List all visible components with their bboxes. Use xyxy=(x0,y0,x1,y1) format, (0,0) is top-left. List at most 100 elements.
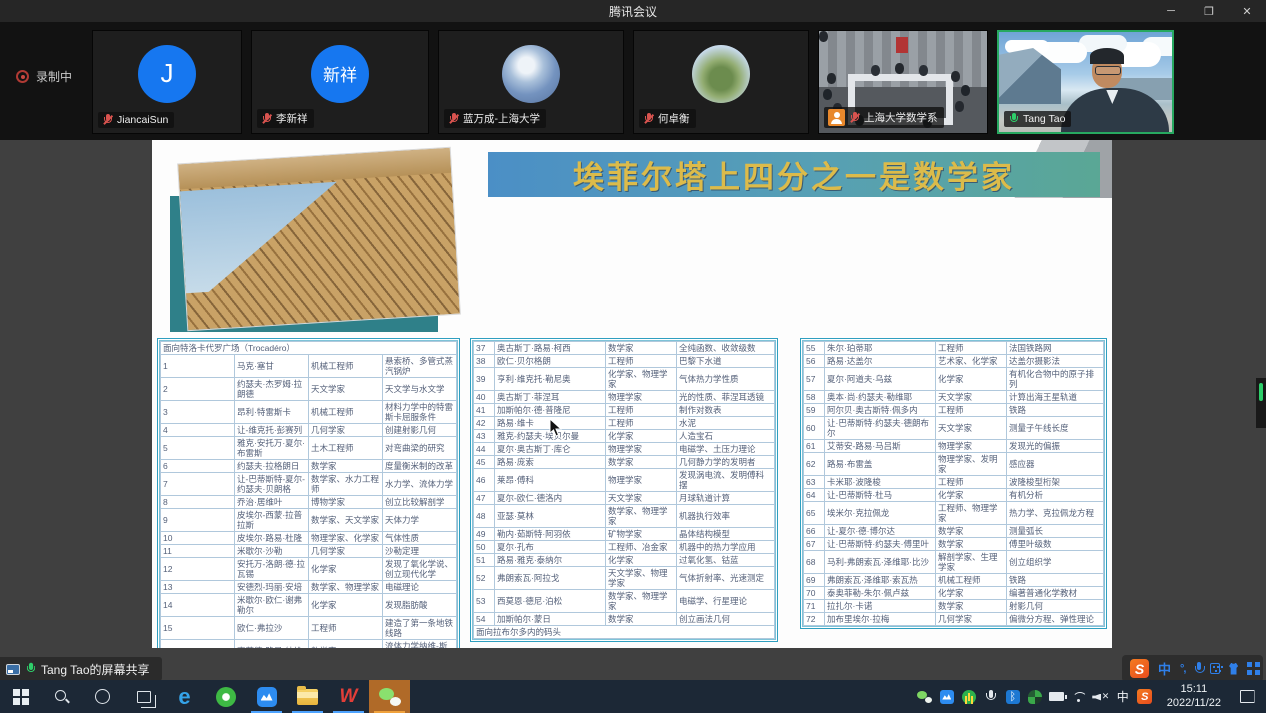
cell-number: 66 xyxy=(804,525,825,538)
cell-profession: 数学家、物理学家 xyxy=(606,590,677,613)
cell-number: 57 xyxy=(804,368,825,391)
wps-office-taskbar-button[interactable]: W xyxy=(328,680,369,713)
cell-profession: 数学家、物理学家 xyxy=(309,581,383,594)
side-panel-handle[interactable] xyxy=(1256,378,1266,428)
cell-number: 40 xyxy=(474,391,495,404)
tencent-meeting-tray-button[interactable] xyxy=(936,680,958,713)
defender-shield-tray-button[interactable] xyxy=(1024,680,1046,713)
ime-lang-tray-button[interactable]: 中 xyxy=(1112,680,1134,713)
participant-name: JiancaiSun xyxy=(117,114,168,126)
cell-profession: 物理学家 xyxy=(606,391,677,404)
sogou-tray-button[interactable]: S xyxy=(1134,680,1156,713)
participant-name-tag: Tang Tao xyxy=(1004,111,1071,127)
cell-achievement: 对弯曲梁的研究 xyxy=(383,437,457,460)
cell-profession: 数学家 xyxy=(309,640,383,648)
table-row: 52弗朗索瓦·阿拉戈天文学家、物理学家气体折射率、光速测定 xyxy=(474,567,775,590)
cell-number: 42 xyxy=(474,417,495,430)
tencent-meeting-taskbar-button[interactable] xyxy=(246,680,287,713)
battery-tray-button[interactable] xyxy=(1046,680,1068,713)
cell-number: 60 xyxy=(804,417,825,440)
participant-tile[interactable]: 蓝万成-上海大学 xyxy=(438,30,624,134)
cell-profession: 化学家 xyxy=(309,594,383,617)
screen-share-icon xyxy=(6,664,20,675)
cell-number: 68 xyxy=(804,551,825,574)
participant-tile[interactable]: JJiancaiSun xyxy=(92,30,242,134)
voice-input-icon[interactable] xyxy=(1194,662,1200,675)
ime-toolbar: S 中 °, xyxy=(1122,655,1263,682)
cell-name: 夏尔·奥古斯丁·库仑 xyxy=(495,443,606,456)
file-explorer-icon xyxy=(297,689,318,705)
wechat-tray-button[interactable] xyxy=(914,680,936,713)
action-center-button[interactable] xyxy=(1232,680,1262,713)
screen-share-banner[interactable]: Tang Tao的屏幕共享 xyxy=(0,657,162,681)
cell-number: 58 xyxy=(804,391,825,404)
ime-mode-icon[interactable]: 中 xyxy=(1158,659,1171,678)
cell-achievement: 计算出海王星轨道 xyxy=(1007,391,1104,404)
cell-profession: 数学家 xyxy=(606,613,677,626)
punctuation-icon[interactable]: °, xyxy=(1180,663,1185,675)
participant-tile[interactable]: 上海大学数学系 xyxy=(818,30,988,134)
cell-number: 48 xyxy=(474,505,495,528)
security-360-tray-button[interactable] xyxy=(958,680,980,713)
window-controls: ─ ❐ ✕ xyxy=(1152,0,1266,22)
ime-lang-icon: 中 xyxy=(1117,688,1129,705)
search-button[interactable] xyxy=(41,680,82,713)
skin-icon[interactable] xyxy=(1229,663,1238,675)
cell-name: 奥古斯丁·菲涅耳 xyxy=(495,391,606,404)
cell-name: 乔治·居维叶 xyxy=(235,496,309,509)
participant-name-tag: 李新祥 xyxy=(257,109,314,128)
table-row: 63卡米耶·波隆梭工程师波隆梭型桁架 xyxy=(804,476,1104,489)
cell-name: 让-夏尔·德·博尔达 xyxy=(825,525,936,538)
task-view-icon xyxy=(137,691,151,703)
close-button[interactable]: ✕ xyxy=(1228,0,1266,22)
participant-tile[interactable]: Tang Tao xyxy=(997,30,1174,134)
cell-number: 9 xyxy=(161,509,235,532)
cell-achievement: 热力学、克拉佩龙方程 xyxy=(1007,502,1104,525)
start-button[interactable] xyxy=(0,680,41,713)
file-explorer-taskbar-button[interactable] xyxy=(287,680,328,713)
toolbox-icon[interactable] xyxy=(1247,662,1255,675)
cell-profession: 工程师 xyxy=(936,476,1007,489)
cell-profession: 工程师 xyxy=(606,417,677,430)
volume-muted-icon xyxy=(1092,691,1109,703)
cell-achievement: 晶体结构模型 xyxy=(677,528,775,541)
table-row: 10皮埃尔·路易·杜隆物理学家、化学家气体性质 xyxy=(161,532,457,545)
minimize-button[interactable]: ─ xyxy=(1152,0,1190,22)
cell-profession: 天文学家 xyxy=(936,391,1007,404)
cell-achievement: 电磁学、行星理论 xyxy=(677,590,775,613)
volume-muted-tray-button[interactable] xyxy=(1090,680,1112,713)
maximize-button[interactable]: ❐ xyxy=(1190,0,1228,22)
cell-name: 皮埃尔-西蒙·拉普拉斯 xyxy=(235,509,309,532)
clock-time: 15:11 xyxy=(1167,683,1221,697)
cortana-button[interactable] xyxy=(82,680,123,713)
cell-name: 约瑟夫·杰罗姆·拉朗德 xyxy=(235,378,309,401)
edge-taskbar-button[interactable]: e xyxy=(164,680,205,713)
cell-achievement: 偏微分方程、弹性理论 xyxy=(1007,613,1104,626)
mic-on-icon xyxy=(1008,113,1019,125)
wifi-tray-button[interactable] xyxy=(1068,680,1090,713)
room-people xyxy=(819,31,828,42)
browser-360-taskbar-button[interactable] xyxy=(205,680,246,713)
task-view-button[interactable] xyxy=(123,680,164,713)
cell-profession: 化学家 xyxy=(936,368,1007,391)
cell-name: 弗朗索瓦·泽维耶·索瓦热 xyxy=(825,574,936,587)
participant-tile[interactable]: 新祥李新祥 xyxy=(251,30,429,134)
table-row: 14米歇尔·欧仁·谢弗勒尔化学家发现脂肪酸 xyxy=(161,594,457,617)
taskbar-clock[interactable]: 15:11 2022/11/22 xyxy=(1159,683,1229,711)
taskbar: e W ᛒ 中S 15:11 2022/11/22 xyxy=(0,680,1266,713)
cell-number: 8 xyxy=(161,496,235,509)
cell-achievement: 几何静力学的发明者 xyxy=(677,456,775,469)
cell-name: 莱昂·傅科 xyxy=(495,469,606,492)
cell-number: 15 xyxy=(161,617,235,640)
cell-number: 50 xyxy=(474,541,495,554)
soft-keyboard-icon[interactable] xyxy=(1210,663,1220,674)
bluetooth-tray-button[interactable]: ᛒ xyxy=(1002,680,1024,713)
participant-tile[interactable]: 何卓衡 xyxy=(633,30,809,134)
microphone-tray-button[interactable] xyxy=(980,680,1002,713)
cell-profession: 天文学家、物理学家 xyxy=(606,567,677,590)
table-row: 47夏尔-欧仁·德洛内天文学家月球轨道计算 xyxy=(474,492,775,505)
table-row: 64让-巴蒂斯特·杜马化学家有机分析 xyxy=(804,489,1104,502)
sogou-logo-icon[interactable]: S xyxy=(1130,659,1149,678)
wechat-taskbar-button[interactable] xyxy=(369,680,410,713)
cell-achievement: 测量弧长 xyxy=(1007,525,1104,538)
